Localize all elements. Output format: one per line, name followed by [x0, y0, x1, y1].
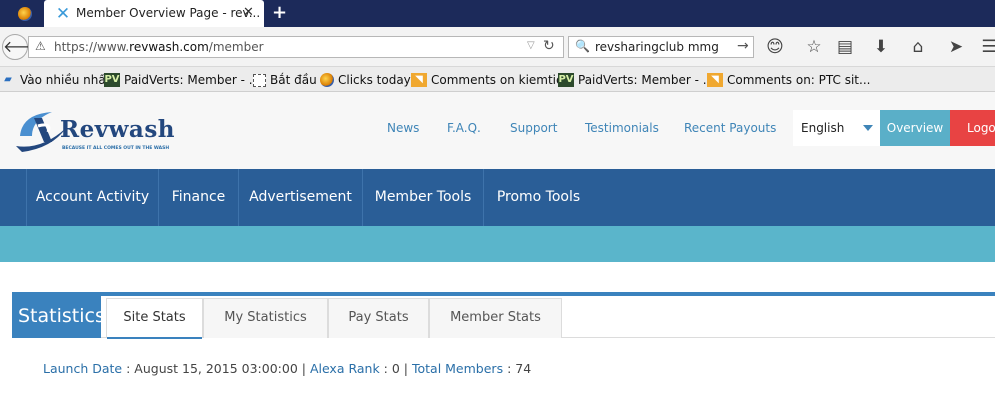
- bookmarks-bar: ▰ Vào nhiều nhất PV PaidVerts: Member - ..…: [0, 67, 995, 92]
- rss-icon: ◥: [411, 73, 427, 87]
- send-icon[interactable]: ➤: [945, 37, 967, 57]
- bookmark-item[interactable]: ◥ Comments on: PTC sit...: [707, 71, 870, 89]
- language-value: English: [801, 121, 845, 135]
- tab-close-icon[interactable]: ✕: [243, 5, 254, 20]
- launch-date-value: : August 15, 2015 03:00:00 |: [122, 361, 310, 376]
- stats-heading: Statistics: [12, 296, 105, 338]
- nav-item-member-tools[interactable]: Member Tools: [362, 169, 483, 226]
- url-path: /member: [208, 40, 264, 54]
- search-go-icon[interactable]: →: [737, 38, 749, 54]
- nav-item-advertisement[interactable]: Advertisement: [238, 169, 362, 226]
- nav-item-account-activity[interactable]: Account Activity: [26, 169, 158, 226]
- download-icon[interactable]: ⬇: [870, 37, 892, 57]
- pv-icon: PV: [558, 73, 574, 87]
- firefox-icon: [18, 7, 32, 21]
- firefox-menu-button[interactable]: [10, 4, 40, 24]
- nav-link-recent-payouts[interactable]: Recent Payouts: [684, 121, 776, 135]
- total-members-label: Total Members: [411, 361, 504, 376]
- bookmark-star-icon[interactable]: ☆: [803, 37, 825, 57]
- browser-tab-active[interactable]: ✕ Member Overview Page - rev... ✕: [44, 0, 264, 27]
- logout-button[interactable]: Logout: [950, 110, 995, 146]
- reload-icon[interactable]: ↻: [543, 38, 555, 54]
- bookmark-item[interactable]: ◥ Comments on kiemtie...: [411, 71, 575, 89]
- nav-link-faq[interactable]: F.A.Q.: [447, 121, 481, 135]
- url-dropdown-icon[interactable]: ▽: [527, 40, 535, 51]
- search-bar[interactable]: 🔍 revsharingclub mmg →: [568, 36, 754, 58]
- overview-button[interactable]: Overview: [880, 110, 950, 146]
- bookmarks-list-icon[interactable]: ▤: [834, 37, 856, 57]
- url-scheme: https://www.: [54, 40, 130, 54]
- tab-member-stats[interactable]: Member Stats: [429, 298, 562, 338]
- total-members-value: : 74: [503, 361, 532, 376]
- bookmark-label: Comments on kiemtie...: [431, 73, 575, 87]
- security-warning-icon[interactable]: ⚠: [35, 39, 46, 53]
- sub-nav-bar: [0, 226, 995, 262]
- main-nav: Account Activity Finance Advertisement M…: [0, 169, 995, 226]
- bookmark-item[interactable]: ▰ Vào nhiều nhất: [0, 71, 110, 89]
- launch-date-label: Launch Date: [43, 361, 123, 376]
- search-icon: 🔍: [575, 39, 590, 53]
- back-button[interactable]: 🡐: [2, 34, 46, 60]
- bookmark-label: PaidVerts: Member - ...: [578, 73, 715, 87]
- app-icon: ▰: [4, 74, 12, 85]
- revwash-logo[interactable]: Revwash BECAUSE IT ALL COMES OUT IN THE …: [12, 106, 192, 154]
- tab-site-stats[interactable]: Site Stats: [106, 298, 203, 339]
- menu-icon[interactable]: ☰: [978, 37, 995, 57]
- browser-nav-bar: 🡐 ⚠ https://www.revwash.com/member ▽ ↻ 🔍…: [0, 27, 995, 67]
- nav-link-news[interactable]: News: [387, 121, 419, 135]
- nav-item-finance[interactable]: Finance: [158, 169, 238, 226]
- bookmark-item[interactable]: PV PaidVerts: Member - ...: [558, 71, 714, 89]
- site-stats-line: Launch Date : August 15, 2015 03:00:00 |…: [43, 361, 531, 376]
- bookmark-label: PaidVerts: Member - ...: [124, 73, 261, 87]
- page-icon: [253, 73, 266, 87]
- tab-my-statistics[interactable]: My Statistics: [203, 298, 328, 338]
- alexa-rank-value: : 0 |: [379, 361, 412, 376]
- url-domain: revwash.com: [129, 40, 209, 54]
- search-input[interactable]: revsharingclub mmg: [595, 40, 719, 54]
- address-bar[interactable]: ⚠ https://www.revwash.com/member ▽ ↻: [28, 36, 564, 58]
- brand-tagline: BECAUSE IT ALL COMES OUT IN THE WASH: [62, 146, 170, 151]
- alexa-rank-label: Alexa Rank: [309, 361, 380, 376]
- nav-link-testimonials[interactable]: Testimonials: [585, 121, 659, 135]
- nav-item-promo-tools[interactable]: Promo Tools: [483, 169, 593, 226]
- new-tab-button[interactable]: +: [272, 2, 287, 23]
- bookmark-item[interactable]: Bắt đầu: [253, 71, 317, 89]
- rss-icon: ◥: [707, 73, 723, 87]
- revwash-favicon-icon: ✕: [55, 4, 71, 24]
- stats-tab-bar: Site Stats My Statistics Pay Stats Membe…: [101, 296, 995, 339]
- addon-smiley-icon[interactable]: 😊: [764, 37, 786, 57]
- bookmark-label: Vào nhiều nhất: [20, 73, 111, 87]
- tab-pay-stats[interactable]: Pay Stats: [328, 298, 429, 338]
- home-icon[interactable]: ⌂: [907, 37, 929, 57]
- browser-tab-strip: ✕ Member Overview Page - rev... ✕ +: [0, 0, 995, 27]
- pv-icon: PV: [104, 73, 120, 87]
- nav-link-support[interactable]: Support: [510, 121, 557, 135]
- url-text: https://www.revwash.com/member: [54, 40, 264, 54]
- bookmark-item[interactable]: PV PaidVerts: Member - ...: [104, 71, 260, 89]
- bookmark-label: Comments on: PTC sit...: [727, 73, 871, 87]
- language-select[interactable]: English: [793, 110, 880, 146]
- bookmark-item[interactable]: Clicks today: [320, 71, 411, 89]
- tab-title: Member Overview Page - rev...: [76, 6, 261, 20]
- chevron-down-icon: [863, 125, 873, 131]
- bookmark-label: Clicks today: [338, 73, 411, 87]
- site-header: Revwash BECAUSE IT ALL COMES OUT IN THE …: [0, 92, 995, 169]
- brand-name: Revwash: [60, 116, 175, 143]
- bookmark-label: Bắt đầu: [270, 73, 317, 87]
- firefox-icon: [320, 73, 334, 87]
